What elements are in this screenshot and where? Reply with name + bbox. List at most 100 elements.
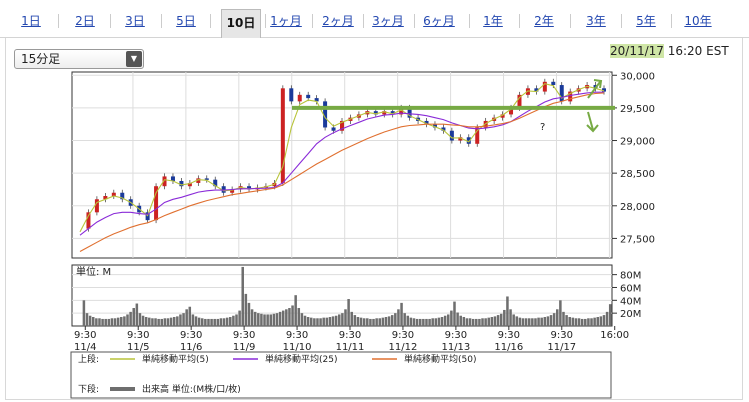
volume-bar xyxy=(169,317,173,326)
volume-bar xyxy=(403,313,406,326)
volume-bar xyxy=(596,317,600,326)
volume-y-tick-label: 60M xyxy=(620,283,641,294)
volume-bar xyxy=(116,317,120,326)
price-candle xyxy=(306,94,311,99)
volume-bar xyxy=(281,310,285,326)
volume-bar xyxy=(428,318,431,326)
legend-ma50-label: 単純移動平均(50) xyxy=(404,353,476,365)
volume-bar xyxy=(390,315,394,326)
volume-bar xyxy=(188,306,192,326)
volume-bar xyxy=(88,315,92,326)
volume-bar xyxy=(409,317,413,326)
volume-bar xyxy=(294,295,297,326)
volume-bar xyxy=(232,315,235,326)
volume-bar xyxy=(151,318,154,326)
volume-bar xyxy=(200,318,204,326)
legend-upper-label: 上段: xyxy=(78,353,99,365)
volume-bar xyxy=(266,314,269,326)
volume-bar xyxy=(496,315,500,326)
volume-bar xyxy=(537,317,540,326)
volume-bar xyxy=(574,318,578,326)
x-tick-label-time: 9:30 xyxy=(180,330,202,341)
price-candle xyxy=(449,130,454,141)
volume-bar xyxy=(499,313,503,326)
volume-bar xyxy=(468,318,472,326)
volume-bar xyxy=(207,318,210,326)
volume-bar xyxy=(431,318,434,326)
price-y-tick-label: 28,000 xyxy=(620,202,655,213)
price-y-tick-label: 27,500 xyxy=(620,234,655,245)
volume-bar xyxy=(509,309,512,326)
x-tick-label-time: 16:00 xyxy=(600,330,629,341)
volume-bar xyxy=(319,318,322,326)
volume-bar xyxy=(244,293,248,326)
volume-bar xyxy=(222,318,226,326)
price-candle xyxy=(331,127,336,131)
volume-bar xyxy=(160,318,164,326)
volume-bar xyxy=(341,313,344,326)
price-candle xyxy=(297,94,302,102)
volume-bar xyxy=(113,318,117,326)
volume-bar xyxy=(123,316,126,326)
volume-bar xyxy=(269,314,273,326)
volume-bar xyxy=(141,315,145,326)
volume-bar xyxy=(356,317,360,326)
volume-bar xyxy=(493,316,497,326)
volume-bar xyxy=(568,317,571,326)
volume-bar xyxy=(387,316,391,326)
volume-bar xyxy=(559,300,562,326)
volume-bar xyxy=(422,318,425,326)
volume-bar xyxy=(584,318,587,326)
volume-bar xyxy=(443,315,447,326)
volume-bar xyxy=(590,318,593,326)
volume-bar xyxy=(397,309,400,326)
volume-bar xyxy=(534,318,537,326)
x-tick-label-time: 9:30 xyxy=(339,330,361,341)
volume-bar xyxy=(191,314,195,326)
volume-bar xyxy=(107,318,111,326)
x-tick-label-date: 11/11 xyxy=(336,342,365,353)
volume-bar xyxy=(434,318,438,326)
volume-bar xyxy=(309,317,313,326)
volume-bar xyxy=(303,315,307,326)
x-tick-label-date: 11/13 xyxy=(441,342,470,353)
volume-bar xyxy=(325,317,329,326)
volume-bar xyxy=(400,302,403,326)
volume-bar xyxy=(577,318,581,326)
volume-bar xyxy=(110,318,114,326)
legend-lower-label: 下段: xyxy=(78,383,99,395)
volume-bar xyxy=(95,318,98,326)
x-tick-label-time: 9:30 xyxy=(127,330,149,341)
volume-bar xyxy=(527,318,531,326)
volume-bar xyxy=(587,318,590,326)
volume-bar xyxy=(91,317,95,326)
volume-bar xyxy=(197,317,201,326)
volume-bar xyxy=(378,318,382,326)
volume-bar xyxy=(306,317,310,326)
volume-bar xyxy=(257,313,260,326)
volume-bar xyxy=(459,315,462,326)
volume-bar xyxy=(98,318,101,326)
volume-bar xyxy=(250,309,254,326)
volume-bar xyxy=(412,318,416,326)
x-tick-label-date: 11/9 xyxy=(233,342,255,353)
volume-bar xyxy=(216,318,220,326)
volume-bar xyxy=(132,308,135,326)
volume-bar xyxy=(565,315,568,326)
volume-bar xyxy=(288,308,291,326)
volume-bar xyxy=(225,317,229,326)
volume-bar xyxy=(437,317,441,326)
volume-unit-label: 単位: M xyxy=(76,265,111,278)
volume-bar xyxy=(291,305,294,326)
x-tick-label-time: 9:30 xyxy=(74,330,96,341)
volume-bar xyxy=(275,313,279,326)
volume-bar xyxy=(322,317,325,326)
volume-bar xyxy=(82,300,86,326)
volume-bar xyxy=(166,318,170,326)
volume-bar xyxy=(506,296,509,326)
volume-bar xyxy=(204,318,207,326)
volume-bar xyxy=(350,311,353,326)
volume-bar xyxy=(556,309,559,326)
volume-y-tick-label: 40M xyxy=(620,296,641,307)
volume-bar xyxy=(475,318,478,326)
